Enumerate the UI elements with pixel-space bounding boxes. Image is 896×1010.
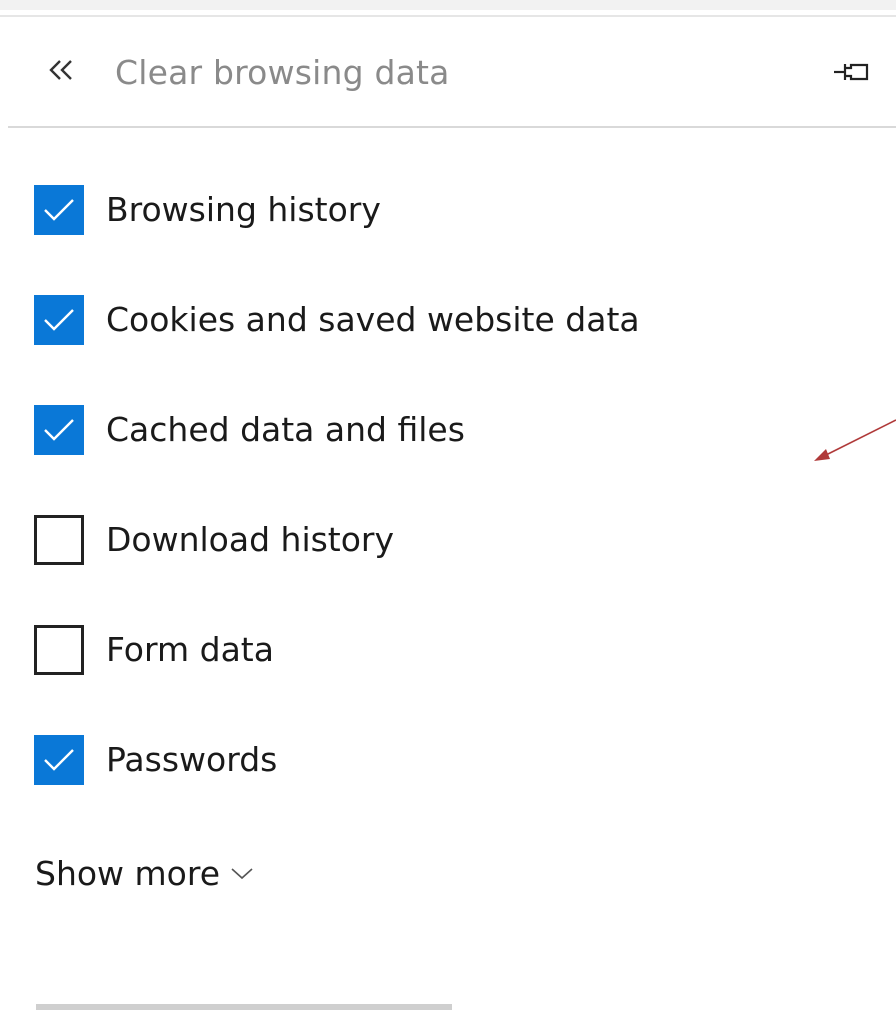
checkbox[interactable] (34, 515, 84, 565)
option-label: Passwords (106, 740, 278, 779)
chevron-down-icon (230, 867, 254, 881)
pin-icon (833, 60, 873, 88)
show-more-label: Show more (35, 854, 221, 893)
option-row[interactable]: Cached data and files (34, 404, 465, 456)
checkbox[interactable] (34, 405, 84, 455)
checkmark-icon (44, 309, 74, 331)
panel-title: Clear browsing data (115, 53, 450, 92)
checkmark-icon (44, 749, 74, 771)
show-more-button[interactable]: Show more (35, 852, 254, 896)
checkmark-icon (44, 199, 74, 221)
option-row[interactable]: Download history (34, 514, 394, 566)
checkmark-icon (44, 419, 74, 441)
double-chevron-left-icon (48, 59, 74, 85)
clear-browsing-data-panel: Clear browsing data Browsing history Cook… (0, 0, 896, 1010)
pin-button[interactable] (826, 54, 880, 94)
option-label: Cookies and saved website data (106, 300, 640, 339)
top-strip (0, 0, 896, 10)
panel-header: Clear browsing data (0, 17, 896, 127)
checkbox[interactable] (34, 295, 84, 345)
option-row[interactable]: Passwords (34, 734, 277, 786)
checkbox[interactable] (34, 185, 84, 235)
checkbox[interactable] (34, 735, 84, 785)
option-label: Cached data and files (106, 410, 465, 449)
option-row[interactable]: Browsing history (34, 184, 381, 236)
back-button[interactable] (36, 47, 86, 97)
option-label: Form data (106, 630, 274, 669)
header-divider (8, 126, 896, 128)
checkbox[interactable] (34, 625, 84, 675)
option-label: Download history (106, 520, 395, 559)
bottom-scroll-indicator (36, 1004, 452, 1010)
option-label: Browsing history (106, 190, 381, 229)
option-row[interactable]: Form data (34, 624, 274, 676)
option-row[interactable]: Cookies and saved website data (34, 294, 640, 346)
